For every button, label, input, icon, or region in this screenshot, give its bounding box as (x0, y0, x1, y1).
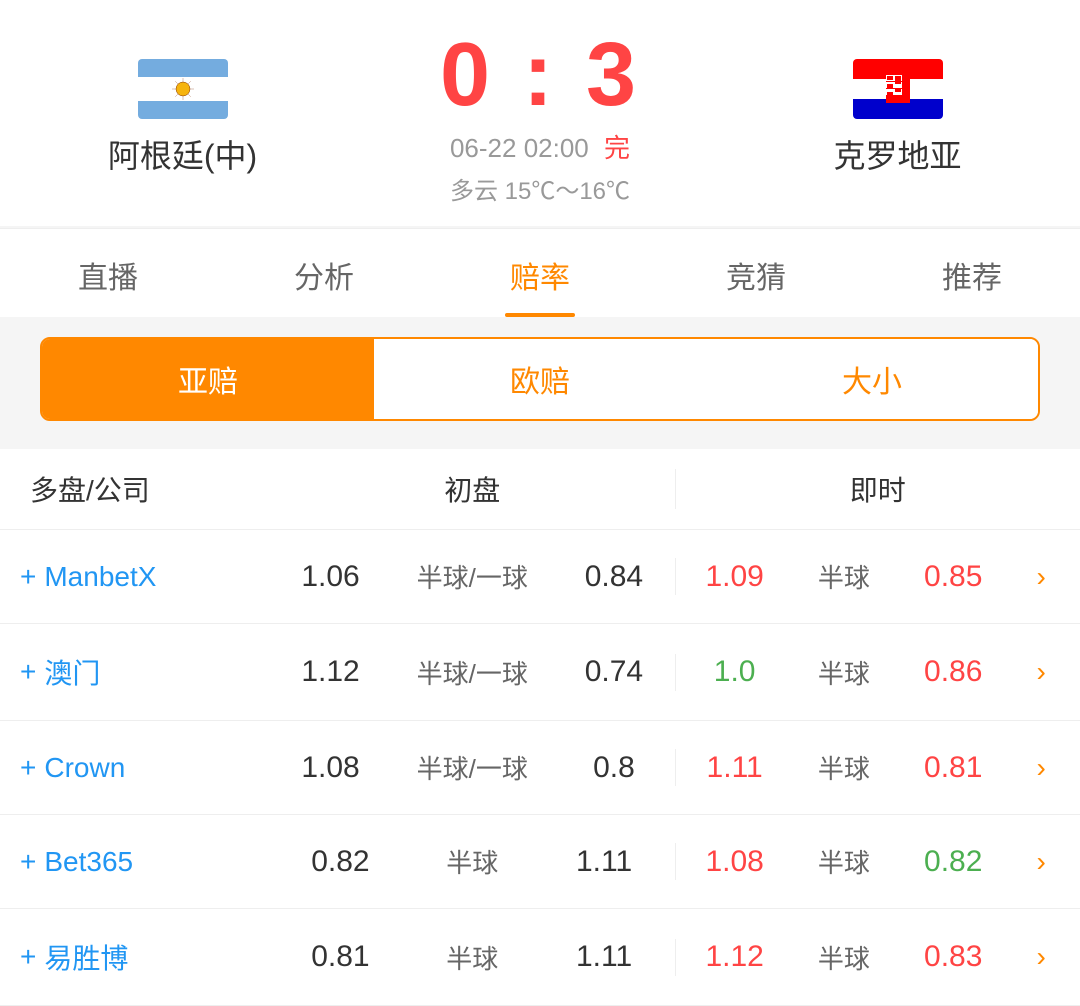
sub-tab-group: 亚赔 欧赔 大小 (40, 337, 1040, 421)
live-odds-section: 1.09 半球 0.85 › (675, 558, 1080, 595)
chevron-right-icon[interactable]: › (1037, 656, 1056, 688)
company-name: ManbetX (44, 561, 156, 593)
odds-table: 多盘/公司 初盘 即时 + ManbetX 1.06 半球/一球 0.84 1.… (0, 449, 1080, 1006)
plus-icon: + (20, 561, 36, 593)
live-odds-section: 1.12 半球 0.83 › (675, 939, 1080, 976)
live-handicap: 半球 (818, 843, 870, 880)
score-block: 0 : 3 06-22 02:00 完 多云 15℃～16℃ (345, 30, 735, 206)
tab-live[interactable]: 直播 (0, 229, 216, 317)
company-name: 易胜博 (44, 937, 128, 977)
score-display: 0 : 3 (440, 30, 640, 120)
init-handicap: 半球/一球 (417, 749, 528, 786)
live-handicap: 半球 (818, 558, 870, 595)
tab-guess[interactable]: 竞猜 (648, 229, 864, 317)
match-time: 06-22 02:00 完 (450, 128, 630, 165)
init-away-val: 1.11 (569, 845, 639, 879)
init-away-val: 0.74 (579, 655, 649, 689)
live-home-val: 1.09 (700, 560, 770, 594)
match-weather: 多云 15℃～16℃ (450, 171, 630, 206)
chevron-right-icon[interactable]: › (1037, 846, 1056, 878)
home-team-flag (138, 59, 228, 119)
init-away-val: 1.11 (569, 940, 639, 974)
subtab-asian[interactable]: 亚赔 (42, 339, 374, 419)
away-team-flag (853, 59, 943, 119)
plus-icon: + (20, 941, 36, 973)
col-initial-header: 初盘 (270, 469, 675, 509)
tab-analysis[interactable]: 分析 (216, 229, 432, 317)
tab-odds[interactable]: 赔率 (432, 229, 648, 317)
table-row: + 澳门 1.12 半球/一球 0.74 1.0 半球 0.86 › (0, 624, 1080, 721)
init-handicap: 半球 (446, 939, 498, 976)
initial-odds-section: 1.08 半球/一球 0.8 (270, 749, 675, 786)
company-cell[interactable]: + 易胜博 (0, 937, 270, 977)
company-cell[interactable]: + 澳门 (0, 652, 270, 692)
table-row: + ManbetX 1.06 半球/一球 0.84 1.09 半球 0.85 › (0, 530, 1080, 624)
init-handicap: 半球/一球 (417, 654, 528, 691)
tab-recommend[interactable]: 推荐 (864, 229, 1080, 317)
initial-odds-section: 0.82 半球 1.11 (270, 843, 675, 880)
subtab-overunder[interactable]: 大小 (706, 339, 1038, 419)
company-name: 澳门 (44, 652, 100, 692)
chevron-right-icon[interactable]: › (1037, 941, 1056, 973)
table-row: + Crown 1.08 半球/一球 0.8 1.11 半球 0.81 › (0, 721, 1080, 815)
initial-odds-section: 1.06 半球/一球 0.84 (270, 558, 675, 595)
score-separator: : (523, 25, 586, 125)
nav-tabs: 直播 分析 赔率 竞猜 推荐 (0, 228, 1080, 317)
init-home-val: 1.12 (296, 655, 366, 689)
live-away-val: 0.85 (918, 560, 988, 594)
live-home-val: 1.12 (700, 940, 770, 974)
away-score: 3 (586, 25, 640, 125)
plus-icon: + (20, 752, 36, 784)
live-handicap: 半球 (818, 749, 870, 786)
live-odds-section: 1.11 半球 0.81 › (675, 749, 1080, 786)
live-home-val: 1.08 (700, 845, 770, 879)
init-home-val: 0.81 (305, 940, 375, 974)
away-team: 克罗地亚 (735, 59, 1060, 177)
live-home-val: 1.0 (700, 655, 770, 689)
match-status: 完 (604, 133, 630, 163)
live-odds-section: 1.08 半球 0.82 › (675, 843, 1080, 880)
company-name: Crown (44, 752, 125, 784)
sub-tabs: 亚赔 欧赔 大小 (0, 317, 1080, 441)
company-cell[interactable]: + Bet365 (0, 846, 270, 878)
chevron-right-icon[interactable]: › (1037, 752, 1056, 784)
company-name: Bet365 (44, 846, 133, 878)
live-away-val: 0.82 (918, 845, 988, 879)
odds-rows: + ManbetX 1.06 半球/一球 0.84 1.09 半球 0.85 ›… (0, 530, 1080, 1006)
live-away-val: 0.81 (918, 751, 988, 785)
init-home-val: 0.82 (305, 845, 375, 879)
match-header: 阿根廷(中) 0 : 3 06-22 02:00 完 多云 15℃～16℃ (0, 0, 1080, 226)
away-team-name: 克罗地亚 (833, 131, 961, 177)
col-company-header: 多盘/公司 (0, 469, 270, 509)
live-handicap: 半球 (818, 939, 870, 976)
init-home-val: 1.06 (296, 560, 366, 594)
initial-odds-section: 0.81 半球 1.11 (270, 939, 675, 976)
live-away-val: 0.86 (918, 655, 988, 689)
init-home-val: 1.08 (296, 751, 366, 785)
chevron-right-icon[interactable]: › (1037, 561, 1056, 593)
home-team: 阿根廷(中) (20, 59, 345, 177)
company-cell[interactable]: + Crown (0, 752, 270, 784)
col-live-header: 即时 (675, 469, 1080, 509)
live-home-val: 1.11 (700, 751, 770, 785)
plus-icon: + (20, 656, 36, 688)
table-row: + 易胜博 0.81 半球 1.11 1.12 半球 0.83 › (0, 909, 1080, 1006)
table-row: + Bet365 0.82 半球 1.11 1.08 半球 0.82 › (0, 815, 1080, 909)
init-handicap: 半球 (446, 843, 498, 880)
live-away-val: 0.83 (918, 940, 988, 974)
init-handicap: 半球/一球 (417, 558, 528, 595)
home-team-name: 阿根廷(中) (108, 131, 257, 177)
plus-icon: + (20, 846, 36, 878)
subtab-european[interactable]: 欧赔 (374, 339, 706, 419)
table-header: 多盘/公司 初盘 即时 (0, 449, 1080, 530)
init-away-val: 0.84 (579, 560, 649, 594)
live-odds-section: 1.0 半球 0.86 › (675, 654, 1080, 691)
live-handicap: 半球 (818, 654, 870, 691)
company-cell[interactable]: + ManbetX (0, 561, 270, 593)
initial-odds-section: 1.12 半球/一球 0.74 (270, 654, 675, 691)
home-score: 0 (440, 25, 494, 125)
init-away-val: 0.8 (579, 751, 649, 785)
